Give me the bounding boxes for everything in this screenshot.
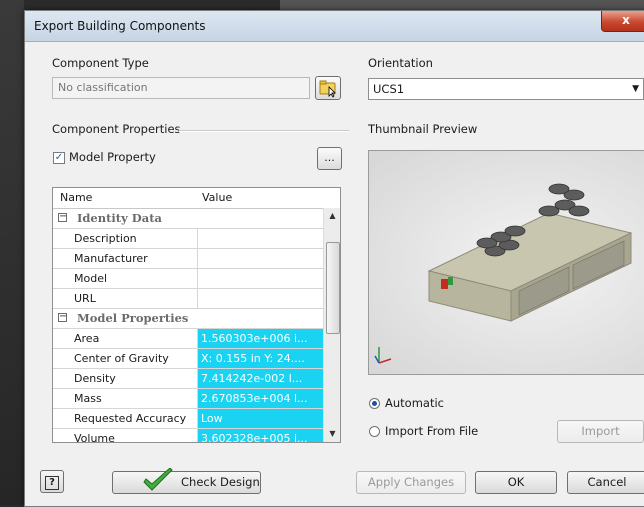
scroll-down-icon[interactable]: ▼ <box>324 426 340 442</box>
property-value[interactable] <box>198 269 323 288</box>
dialog-title: Export Building Components <box>34 19 206 33</box>
property-value[interactable] <box>198 289 323 308</box>
close-button[interactable]: x <box>601 11 644 32</box>
automatic-radio[interactable] <box>369 398 380 409</box>
property-name: Manufacturer <box>74 249 198 268</box>
collapse-icon[interactable]: − <box>58 312 67 322</box>
property-name: Volume <box>74 429 198 442</box>
property-value[interactable]: X: 0.155 in Y: 24.... <box>198 349 323 368</box>
category-label: Identity Data <box>77 211 162 225</box>
scroll-up-icon[interactable]: ▲ <box>324 208 340 224</box>
property-value[interactable] <box>198 229 323 248</box>
grid-category-row[interactable]: − Identity Data <box>53 209 323 229</box>
thumbnail-preview-label: Thumbnail Preview <box>368 122 478 136</box>
check-design-label: Check Design <box>181 475 260 489</box>
export-dialog: Export Building Components x Component T… <box>24 10 644 507</box>
grid-category-row[interactable]: − Model Properties <box>53 309 323 329</box>
property-value[interactable] <box>198 249 323 268</box>
folder-icon <box>319 80 336 98</box>
ok-button[interactable]: OK <box>475 471 557 494</box>
column-header-value: Value <box>202 191 233 204</box>
orientation-value: UCS1 <box>373 82 405 96</box>
background-left <box>0 0 24 505</box>
property-value[interactable]: 3.602328e+005 i... <box>198 429 323 442</box>
property-name: Model <box>74 269 198 288</box>
browse-properties-button[interactable]: ... <box>317 147 342 170</box>
table-row[interactable]: Density 7.414242e-002 l... <box>53 369 323 389</box>
property-name: URL <box>74 289 198 308</box>
thumbnail-preview <box>368 150 644 375</box>
orientation-select[interactable]: UCS1 ▼ <box>368 78 644 100</box>
divider <box>179 130 349 132</box>
property-grid: Name Value − Identity Data Description M… <box>52 187 341 443</box>
checkmark-icon <box>143 468 173 491</box>
grid-scrollbar[interactable]: ▲ ▼ <box>323 208 340 442</box>
table-row[interactable]: Volume 3.602328e+005 i... <box>53 429 323 442</box>
table-row[interactable]: Area 1.560303e+006 i... <box>53 329 323 349</box>
collapse-icon[interactable]: − <box>58 212 67 222</box>
table-row[interactable]: Description <box>53 229 323 249</box>
property-value[interactable]: 2.670853e+004 l... <box>198 389 323 408</box>
property-value[interactable]: 1.560303e+006 i... <box>198 329 323 348</box>
grid-header: Name Value <box>53 188 340 209</box>
scroll-thumb[interactable] <box>326 242 340 334</box>
property-name: Center of Gravity <box>74 349 198 368</box>
table-row[interactable]: Manufacturer <box>53 249 323 269</box>
orientation-label: Orientation <box>368 56 433 70</box>
component-type-field[interactable]: No classification <box>52 77 310 99</box>
column-header-name: Name <box>60 191 93 204</box>
import-from-file-label: Import From File <box>385 424 479 438</box>
table-row[interactable]: Center of Gravity X: 0.155 in Y: 24.... <box>53 349 323 369</box>
help-button[interactable]: ? <box>40 470 64 493</box>
model-property-checkbox[interactable]: ✓ <box>53 152 65 164</box>
thumbnail-image <box>374 183 633 364</box>
background-top <box>280 0 644 10</box>
table-row[interactable]: Requested Accuracy Low <box>53 409 323 429</box>
title-bar: Export Building Components x <box>25 11 644 42</box>
cancel-button[interactable]: Cancel <box>567 471 644 494</box>
table-row[interactable]: URL <box>53 289 323 309</box>
category-label: Model Properties <box>77 311 189 325</box>
table-row[interactable]: Mass 2.670853e+004 l... <box>53 389 323 409</box>
property-name: Mass <box>74 389 198 408</box>
property-name: Area <box>74 329 198 348</box>
automatic-label: Automatic <box>385 396 444 410</box>
browse-classification-button[interactable] <box>315 76 341 100</box>
property-value[interactable]: Low <box>198 409 323 428</box>
import-from-file-radio[interactable] <box>369 426 380 437</box>
component-type-label: Component Type <box>52 56 149 70</box>
table-row[interactable]: Model <box>53 269 323 289</box>
import-button[interactable]: Import <box>557 420 644 443</box>
component-properties-label: Component Properties <box>52 122 181 136</box>
property-name: Density <box>74 369 198 388</box>
apply-changes-button[interactable]: Apply Changes <box>356 471 466 494</box>
model-property-label: Model Property <box>69 150 156 164</box>
property-name: Description <box>74 229 198 248</box>
property-name: Requested Accuracy <box>74 409 198 428</box>
chevron-down-icon: ▼ <box>632 84 639 94</box>
check-design-button[interactable]: Check Design <box>112 468 261 494</box>
help-icon: ? <box>45 476 59 490</box>
property-value[interactable]: 7.414242e-002 l... <box>198 369 323 388</box>
